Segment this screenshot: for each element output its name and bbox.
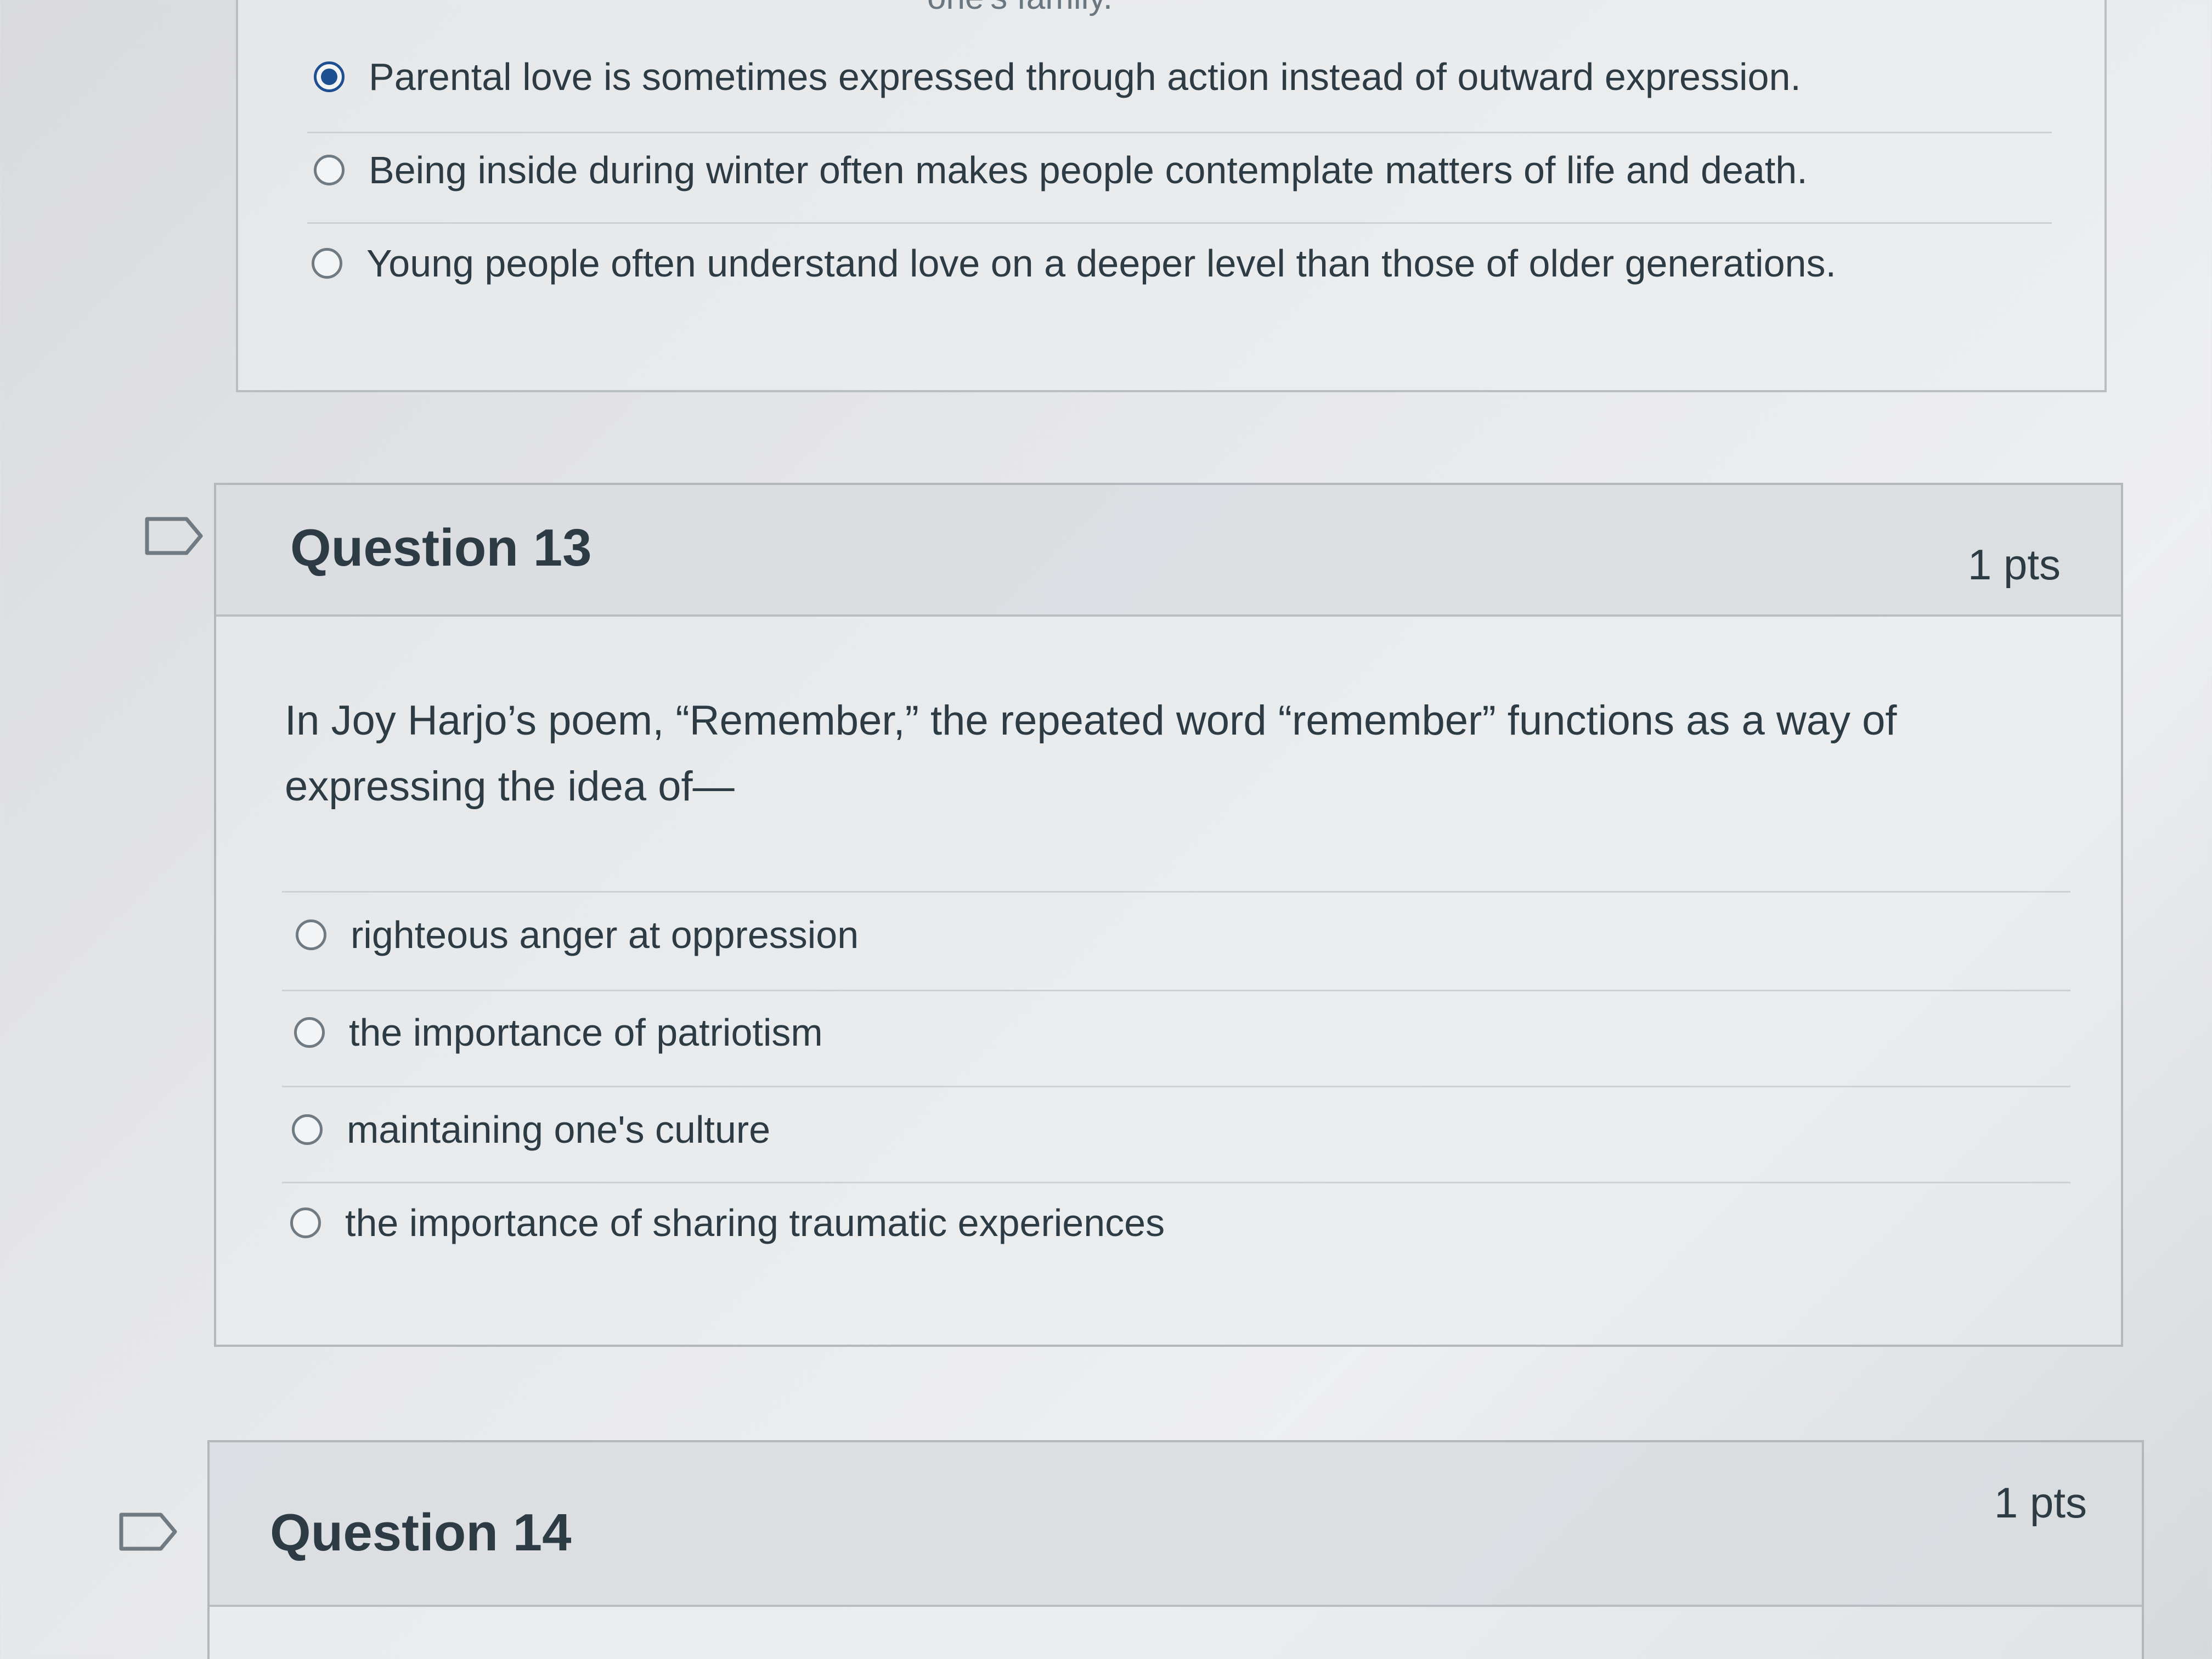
question-text: In Joy Harjo’s poem, “Remember,” the rep… <box>285 697 1897 810</box>
answer-label: the importance of sharing traumatic expe… <box>345 1201 1165 1244</box>
radio-button-icon[interactable] <box>294 1017 325 1048</box>
question-title: Question 14 <box>270 1503 572 1562</box>
question-13-card: Question 13 1 pts In Joy Harjo’s poem, “… <box>214 483 2123 1347</box>
answer-divider <box>282 990 2070 991</box>
answer-divider <box>282 1182 2070 1183</box>
question-14-card: Question 14 1 pts <box>207 1440 2144 1659</box>
answer-label: Young people often understand love on a … <box>366 242 1836 285</box>
prev-answer-2[interactable]: Being inside during winter often makes p… <box>314 148 1808 192</box>
answer-divider <box>307 222 2052 224</box>
radio-button-icon[interactable] <box>290 1207 321 1238</box>
previous-answer-fragment: one's family. <box>927 0 1113 17</box>
radio-button-icon[interactable] <box>312 248 342 279</box>
answer-label: Being inside during winter often makes p… <box>369 149 1808 191</box>
question-13-header: Question 13 1 pts <box>216 485 2121 617</box>
q13-answer-2[interactable]: the importance of patriotism <box>294 1011 823 1054</box>
answer-label: the importance of patriotism <box>349 1011 823 1054</box>
prev-answer-3[interactable]: Young people often understand love on a … <box>312 241 1836 285</box>
question-points: 1 pts <box>1994 1479 2087 1527</box>
q13-answer-1[interactable]: righteous anger at oppression <box>296 913 859 957</box>
radio-button-icon[interactable] <box>296 919 326 950</box>
answer-label: Parental love is sometimes expressed thr… <box>369 55 1801 98</box>
answer-divider <box>282 891 2070 893</box>
radio-button-icon[interactable] <box>292 1114 323 1145</box>
answer-label: righteous anger at oppression <box>351 913 859 956</box>
question-title: Question 13 <box>290 518 592 577</box>
answer-label: maintaining one's culture <box>347 1108 771 1151</box>
radio-button-icon[interactable] <box>314 155 345 185</box>
prev-answer-1[interactable]: Parental love is sometimes expressed thr… <box>314 55 1801 99</box>
radio-selected-icon[interactable] <box>314 61 345 92</box>
q13-answer-4[interactable]: the importance of sharing traumatic expe… <box>290 1201 1165 1245</box>
answer-divider <box>282 1086 2070 1087</box>
question-points: 1 pts <box>1967 540 2061 589</box>
question-14-header: Question 14 1 pts <box>210 1442 2142 1607</box>
q13-answer-3[interactable]: maintaining one's culture <box>292 1108 770 1152</box>
flag-question-icon[interactable] <box>118 1511 178 1552</box>
answer-divider <box>307 132 2052 133</box>
flag-question-icon[interactable] <box>144 516 204 556</box>
